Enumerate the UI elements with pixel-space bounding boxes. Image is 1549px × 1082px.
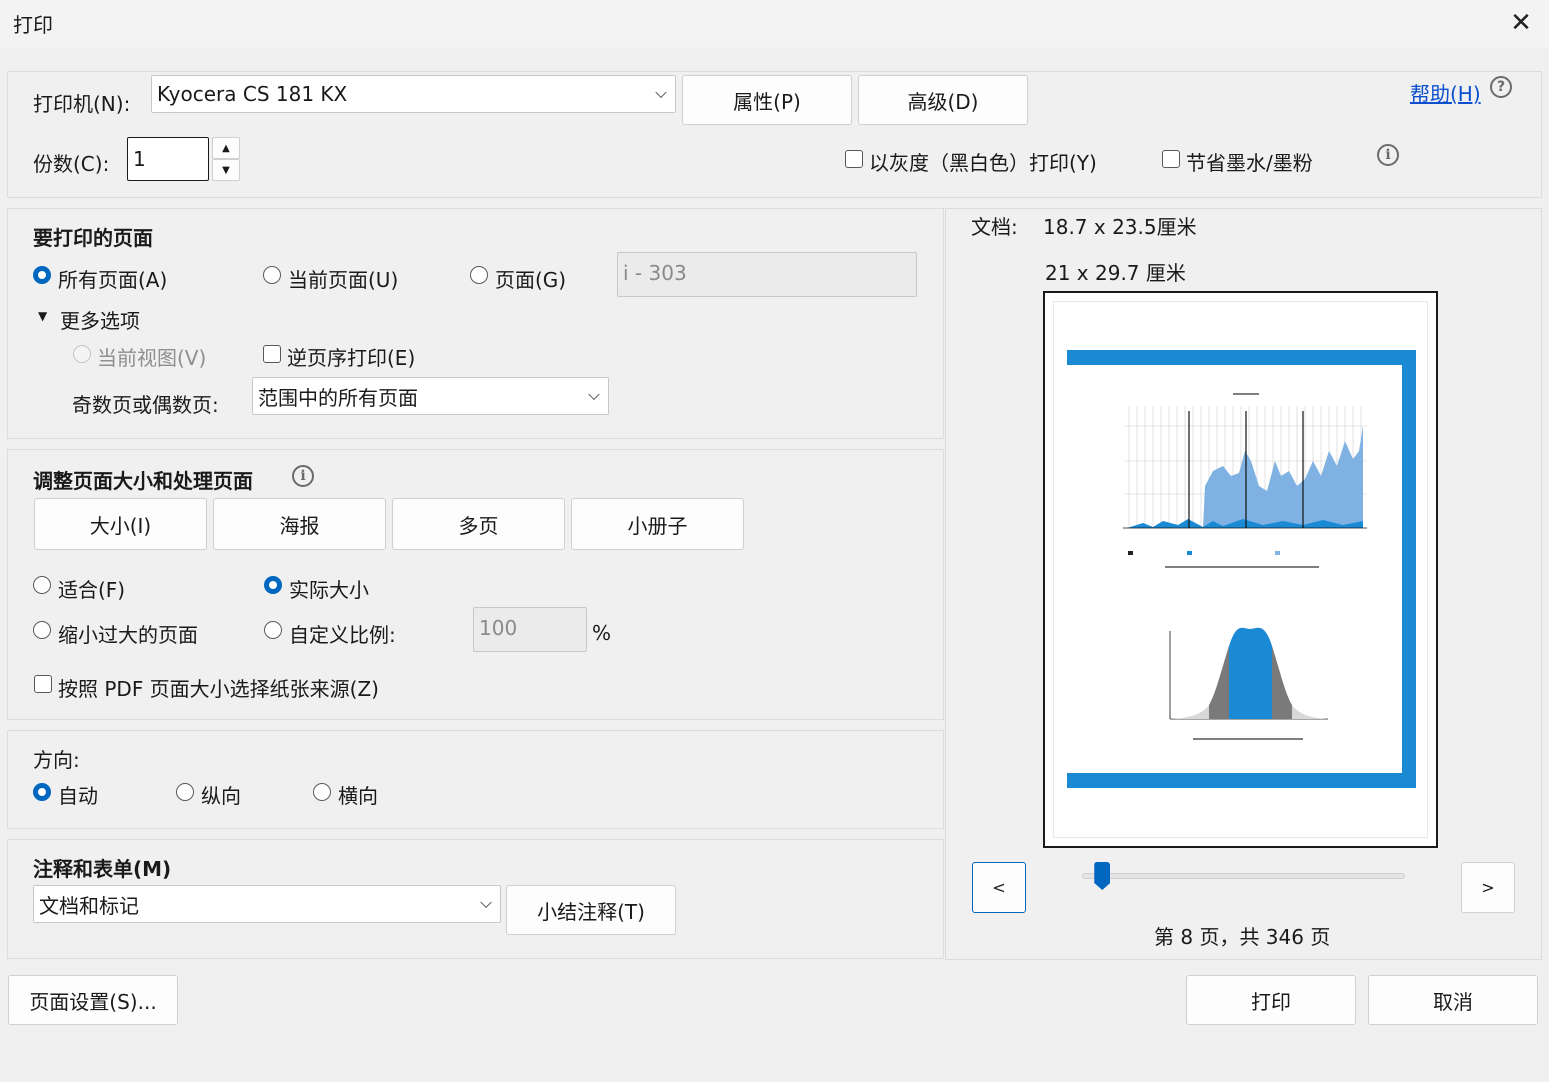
orientation-portrait-radio[interactable] xyxy=(176,783,194,801)
advanced-button[interactable]: 高级(D) xyxy=(858,75,1028,125)
all-pages-radio[interactable] xyxy=(33,266,51,284)
odd-even-value: 范围中的所有页面 xyxy=(258,385,418,410)
cancel-button[interactable]: 取消 xyxy=(1368,975,1538,1025)
window-title: 打印 xyxy=(13,13,53,37)
current-page-label[interactable]: 当前页面(U) xyxy=(288,264,398,293)
next-page-button[interactable]: > xyxy=(1461,862,1515,913)
copies-input[interactable]: 1 xyxy=(127,137,209,181)
comments-heading: 注释和表单(M) xyxy=(33,857,172,881)
comments-select[interactable]: 文档和标记 xyxy=(33,885,501,923)
tab-booklet[interactable]: 小册子 xyxy=(571,498,744,550)
triangle-down-icon[interactable]: ▼ xyxy=(38,309,47,323)
doc-size-label: 文档: xyxy=(971,215,1018,239)
sizing-heading: 调整页面大小和处理页面 xyxy=(33,469,253,493)
shrink-label[interactable]: 缩小过大的页面 xyxy=(58,619,198,648)
printer-select-value: Kyocera CS 181 KX xyxy=(157,82,348,106)
orientation-portrait-label[interactable]: 纵向 xyxy=(201,780,241,809)
info-icon[interactable]: i xyxy=(292,465,314,487)
page-range-radio[interactable] xyxy=(470,266,488,284)
page-range-input[interactable]: i - 303 xyxy=(617,252,917,297)
scale-input[interactable]: 100 xyxy=(473,607,587,652)
grayscale-checkbox[interactable] xyxy=(845,150,863,168)
orientation-auto-radio[interactable] xyxy=(33,783,51,801)
orientation-landscape-label[interactable]: 横向 xyxy=(338,780,378,809)
current-view-label: 当前视图(V) xyxy=(97,346,207,370)
reverse-order-label[interactable]: 逆页序打印(E) xyxy=(287,342,415,371)
properties-button[interactable]: 属性(P) xyxy=(682,75,852,125)
save-ink-checkbox[interactable] xyxy=(1162,150,1180,168)
paper-size-value: 21 x 29.7 厘米 xyxy=(1045,261,1186,285)
caret-down-icon: ▼ xyxy=(222,164,230,176)
actual-size-label[interactable]: 实际大小 xyxy=(289,574,369,603)
preview-page-image xyxy=(1067,350,1416,788)
current-view-radio xyxy=(73,345,91,363)
help-icon[interactable]: ? xyxy=(1490,76,1512,98)
page-range-placeholder: i - 303 xyxy=(623,261,687,285)
orientation-auto-label[interactable]: 自动 xyxy=(58,780,98,809)
printer-label: 打印机(N): xyxy=(33,92,131,116)
orientation-panel xyxy=(7,730,944,829)
all-pages-label[interactable]: 所有页面(A) xyxy=(58,264,167,293)
help-link[interactable]: 帮助(H) xyxy=(1410,78,1481,107)
odd-even-label: 奇数页或偶数页: xyxy=(72,393,219,417)
caret-up-icon: ▲ xyxy=(222,142,230,154)
copies-down-button[interactable]: ▼ xyxy=(212,159,240,181)
actual-size-radio[interactable] xyxy=(264,576,282,594)
chevron-down-icon xyxy=(480,896,492,909)
orientation-heading: 方向: xyxy=(33,748,80,772)
comments-value: 文档和标记 xyxy=(39,893,139,918)
page-setup-button[interactable]: 页面设置(S)... xyxy=(8,975,178,1025)
chevron-down-icon xyxy=(588,388,600,401)
tab-multiple[interactable]: 多页 xyxy=(392,498,565,550)
orientation-landscape-radio[interactable] xyxy=(313,783,331,801)
paper-source-label[interactable]: 按照 PDF 页面大小选择纸张来源(Z) xyxy=(58,673,379,702)
tab-poster[interactable]: 海报 xyxy=(213,498,386,550)
copies-up-button[interactable]: ▲ xyxy=(212,137,240,159)
fit-label[interactable]: 适合(F) xyxy=(58,574,125,603)
doc-size-value: 18.7 x 23.5厘米 xyxy=(1043,215,1197,239)
summarize-comments-button[interactable]: 小结注释(T) xyxy=(506,885,676,935)
paper-source-checkbox[interactable] xyxy=(34,675,52,693)
fit-radio[interactable] xyxy=(33,576,51,594)
shrink-radio[interactable] xyxy=(33,621,51,639)
print-button[interactable]: 打印 xyxy=(1186,975,1356,1025)
info-icon[interactable]: i xyxy=(1377,144,1399,166)
grayscale-label[interactable]: 以灰度（黑白色）打印(Y) xyxy=(869,147,1097,176)
title-bar xyxy=(0,0,1549,48)
close-icon[interactable]: ✕ xyxy=(1505,8,1537,40)
printer-select[interactable]: Kyocera CS 181 KX xyxy=(151,75,676,113)
tab-size[interactable]: 大小(I) xyxy=(34,498,207,550)
custom-scale-radio[interactable] xyxy=(264,621,282,639)
custom-scale-label[interactable]: 自定义比例: xyxy=(289,619,396,648)
scale-value: 100 xyxy=(479,616,518,640)
pages-heading: 要打印的页面 xyxy=(33,226,153,250)
copies-label: 份数(C): xyxy=(33,152,110,176)
percent-label: % xyxy=(592,621,612,645)
current-page-radio[interactable] xyxy=(263,266,281,284)
page-slider-track[interactable] xyxy=(1082,873,1405,879)
chevron-down-icon xyxy=(655,86,667,99)
copies-value: 1 xyxy=(133,147,146,171)
save-ink-label[interactable]: 节省墨水/墨粉 xyxy=(1186,147,1313,176)
page-indicator: 第 8 页，共 346 页 xyxy=(1154,925,1331,949)
page-range-label[interactable]: 页面(G) xyxy=(495,264,566,293)
more-options-toggle[interactable]: 更多选项 xyxy=(60,305,140,334)
reverse-order-checkbox[interactable] xyxy=(263,345,281,363)
prev-page-button[interactable]: < xyxy=(972,862,1026,913)
odd-even-select[interactable]: 范围中的所有页面 xyxy=(252,377,609,415)
